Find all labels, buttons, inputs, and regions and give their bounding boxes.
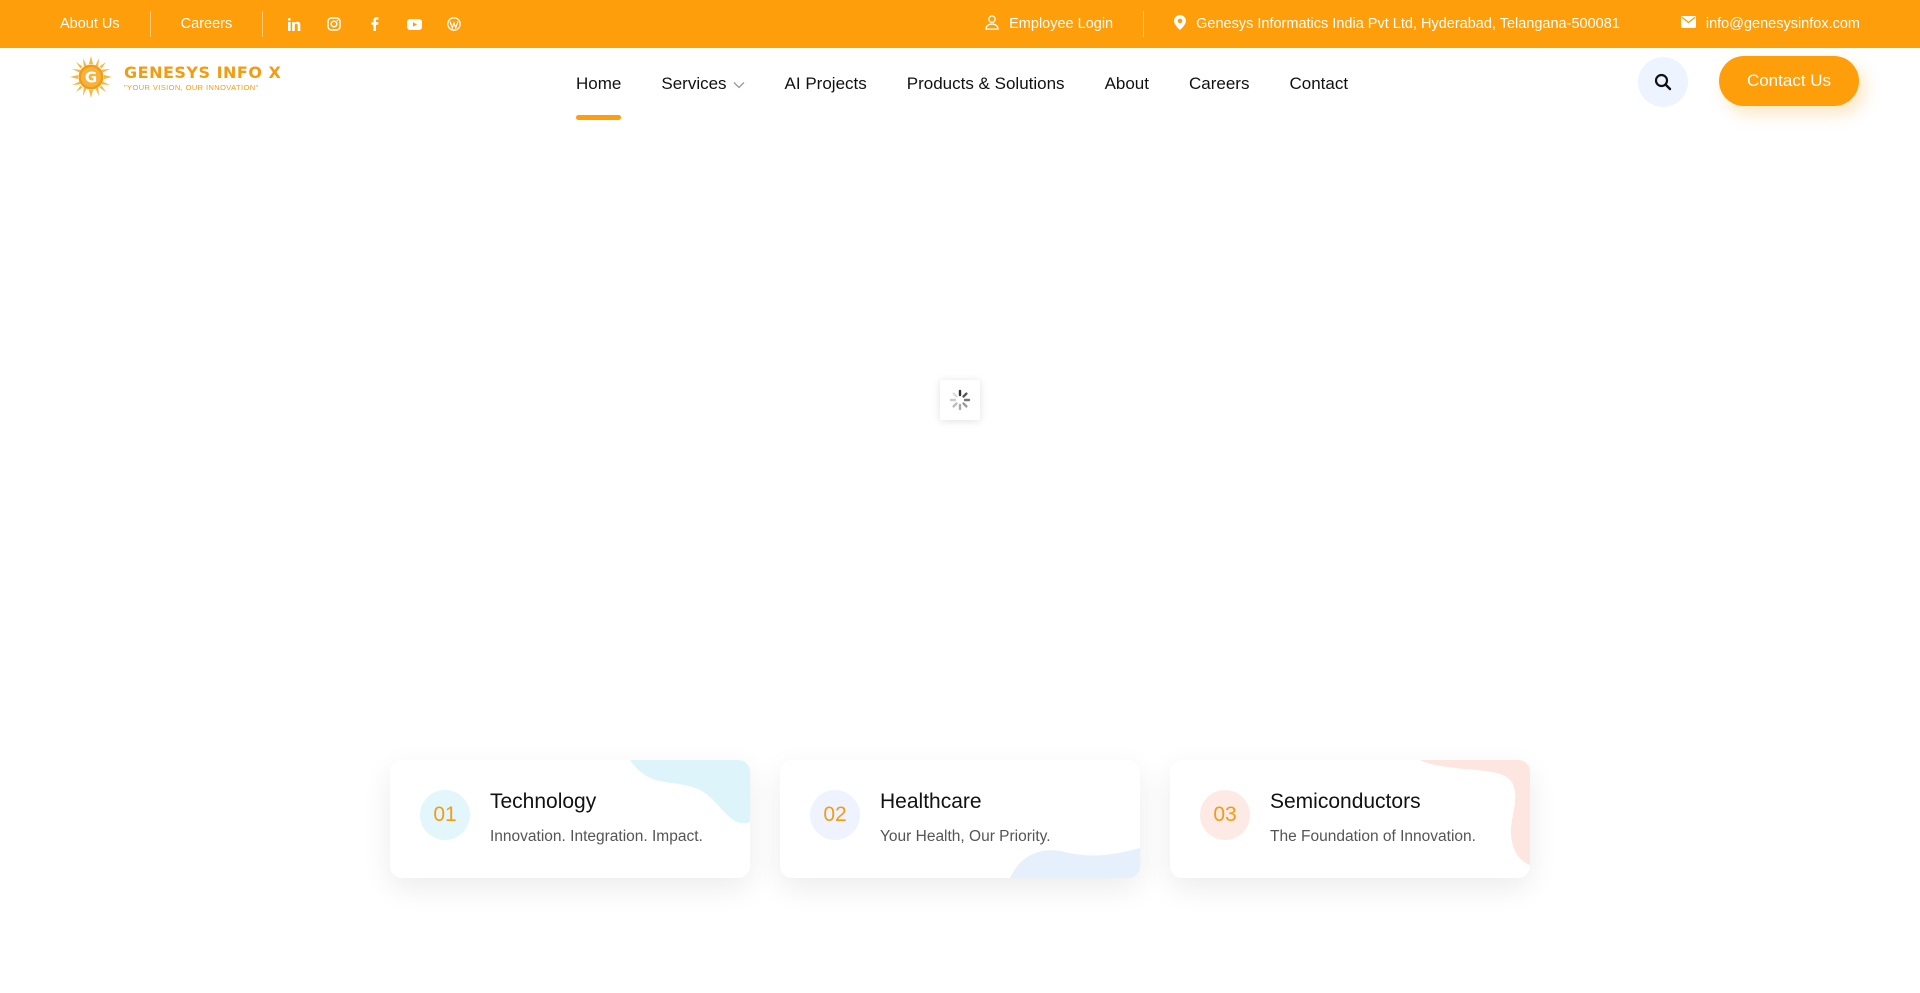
nav-services[interactable]: Services bbox=[661, 48, 745, 120]
instagram-icon[interactable] bbox=[325, 15, 343, 33]
logo-title: GENESYS INFO X bbox=[124, 62, 282, 82]
decorative-blob bbox=[1420, 760, 1530, 865]
nav-careers[interactable]: Careers bbox=[1189, 48, 1249, 120]
card-number: 03 bbox=[1200, 790, 1250, 840]
card-number: 02 bbox=[810, 790, 860, 840]
spinner-icon bbox=[949, 389, 971, 411]
nav-contact-label: Contact bbox=[1289, 74, 1349, 93]
loading-spinner bbox=[940, 380, 980, 420]
decorative-blob bbox=[630, 760, 750, 824]
envelope-icon bbox=[1680, 16, 1696, 32]
social-links bbox=[285, 15, 463, 33]
top-bar-right: Employee Login Genesys Informatics India… bbox=[985, 0, 1860, 48]
decorative-blob bbox=[1010, 848, 1140, 878]
nav-services-label: Services bbox=[661, 74, 727, 93]
email-text: info@genesysinfox.com bbox=[1705, 16, 1860, 32]
card-title: Healthcare bbox=[880, 790, 982, 813]
logo-letter: G bbox=[85, 69, 97, 87]
card-title: Technology bbox=[490, 790, 597, 813]
chevron-down-icon bbox=[733, 74, 745, 94]
search-button[interactable] bbox=[1638, 57, 1688, 107]
search-icon bbox=[1654, 73, 1672, 91]
nav-contact[interactable]: Contact bbox=[1289, 48, 1348, 120]
contact-us-button[interactable]: Contact Us bbox=[1719, 56, 1859, 106]
nav-products-solutions[interactable]: Products & Solutions bbox=[907, 48, 1065, 120]
address-text: Genesys Informatics India Pvt Ltd, Hyder… bbox=[1196, 16, 1620, 32]
nav-ai-projects[interactable]: AI Projects bbox=[785, 48, 867, 120]
top-bar: About Us Careers Employee Login Genesys … bbox=[0, 0, 1920, 48]
location-pin-icon bbox=[1174, 14, 1187, 34]
card-title: Semiconductors bbox=[1270, 790, 1421, 813]
topbar-careers-link[interactable]: Careers bbox=[181, 16, 233, 32]
nav-home-label: Home bbox=[576, 74, 622, 93]
employee-login-label: Employee Login bbox=[1009, 16, 1114, 32]
nav-products-solutions-label: Products & Solutions bbox=[906, 74, 1065, 93]
card-subtitle: Innovation. Integration. Impact. bbox=[490, 828, 703, 845]
card-technology[interactable]: 01 Technology Innovation. Integration. I… bbox=[390, 760, 750, 878]
user-icon bbox=[985, 14, 999, 34]
card-healthcare[interactable]: 02 Healthcare Your Health, Our Priority. bbox=[780, 760, 1140, 878]
card-subtitle: The Foundation of Innovation. bbox=[1270, 828, 1476, 845]
nav-home[interactable]: Home bbox=[576, 48, 622, 120]
card-subtitle: Your Health, Our Priority. bbox=[880, 828, 1051, 845]
divider bbox=[262, 11, 264, 37]
logo-tagline: "YOUR VISION, OUR INNOVATION" bbox=[124, 82, 259, 92]
top-bar-left: About Us Careers bbox=[60, 0, 463, 48]
topbar-about-us-link[interactable]: About Us bbox=[60, 16, 120, 32]
nav-about[interactable]: About bbox=[1105, 48, 1149, 120]
logo-text: GENESYS INFO X "YOUR VISION, OUR INNOVAT… bbox=[124, 63, 281, 92]
divider bbox=[149, 11, 151, 37]
facebook-icon[interactable] bbox=[365, 15, 383, 33]
nav-about-label: About bbox=[1104, 74, 1149, 93]
logo[interactable]: G GENESYS INFO X "YOUR VISION, OUR INNOV… bbox=[70, 56, 281, 98]
nav-ai-projects-label: AI Projects bbox=[784, 74, 867, 93]
card-number: 01 bbox=[420, 790, 470, 840]
address-item: Genesys Informatics India Pvt Ltd, Hyder… bbox=[1174, 14, 1620, 34]
email-link[interactable]: info@genesysinfox.com bbox=[1680, 16, 1860, 32]
main-header: G GENESYS INFO X "YOUR VISION, OUR INNOV… bbox=[0, 48, 1920, 120]
wordpress-icon[interactable] bbox=[445, 15, 463, 33]
linkedin-icon[interactable] bbox=[285, 15, 303, 33]
employee-login-link[interactable]: Employee Login bbox=[985, 14, 1114, 34]
nav-careers-label: Careers bbox=[1189, 74, 1250, 93]
feature-cards: 01 Technology Innovation. Integration. I… bbox=[390, 760, 1530, 878]
youtube-icon[interactable] bbox=[405, 15, 423, 33]
card-semiconductors[interactable]: 03 Semiconductors The Foundation of Inno… bbox=[1170, 760, 1530, 878]
logo-sun-icon: G bbox=[70, 56, 112, 98]
divider bbox=[1143, 11, 1145, 37]
main-nav: Home Services AI Projects Products & Sol… bbox=[576, 48, 1348, 120]
divider bbox=[1650, 11, 1651, 37]
